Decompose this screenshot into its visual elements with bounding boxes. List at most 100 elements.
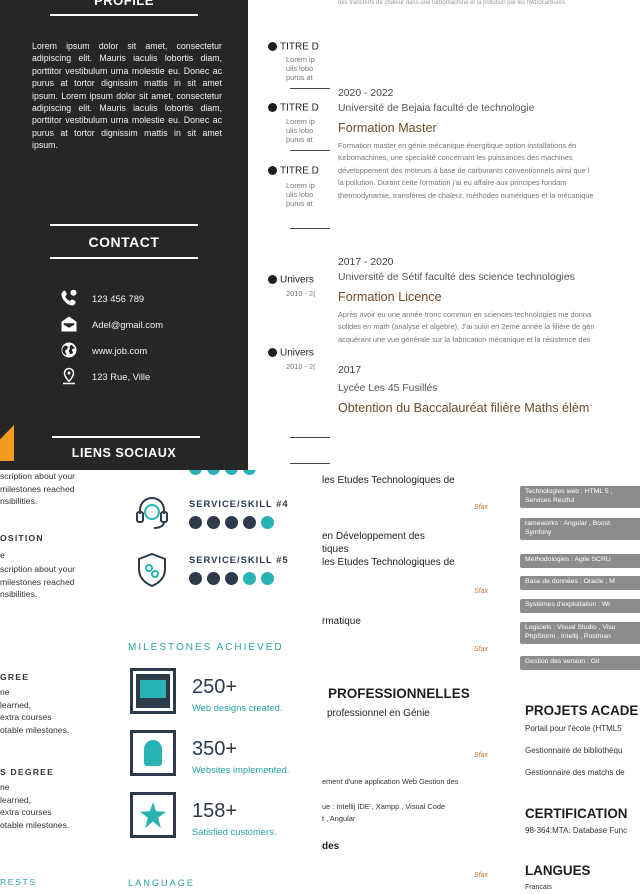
certification-heading: CERTIFICATION [525, 806, 628, 821]
accent-shape [0, 425, 14, 461]
language-heading: LANGUAGE [128, 878, 196, 888]
divider [50, 257, 198, 259]
profile-sidebar: PROFILE Lorem ipsum dolor sit amet, cons… [0, 0, 248, 470]
cv-right-column: les Etudes Technologiques de Sfax en Dév… [322, 470, 640, 895]
education-date: 2017 [338, 365, 362, 376]
formation-text: rmatique [322, 616, 361, 627]
education-school: Lycée Les 45 Fusillés [338, 383, 438, 394]
experience-text: ulis lobo [286, 190, 314, 199]
projects-heading: PROJETS ACADE [525, 703, 639, 718]
rating-dot [189, 470, 202, 475]
social-heading: LIENS SOCIAUX [71, 446, 177, 460]
degree-heading: S DEGREE [0, 767, 55, 777]
experience-item: TITRE D [268, 99, 330, 117]
milestone-caption: Web designs created. [192, 702, 283, 713]
certification-item: 98-364:MTA: Database Func [525, 826, 628, 835]
divider [290, 150, 330, 151]
skill-tag: Technologies web : HTML 5 , Services Res… [520, 486, 640, 508]
skill-tag: Systèmes d'exploitation : Wi [520, 599, 640, 613]
rating-dot [207, 572, 220, 585]
rating-dot [243, 516, 256, 529]
phone-icon [61, 289, 77, 306]
education-years: 2010 - 2( [286, 362, 316, 371]
description-text: scription about your milestones reached … [0, 564, 75, 600]
envelope-icon [61, 316, 77, 332]
browser-icon [130, 668, 176, 714]
formation-text: en Développement des tiques les Etudes T… [322, 531, 455, 568]
rating-dot [225, 572, 238, 585]
rating-dot [225, 516, 238, 529]
bullet-dot [268, 275, 277, 285]
degree-heading: GREE [0, 672, 30, 682]
milestone-number: 158+ [192, 800, 238, 822]
resume-experience-strip: TITRE D Lorem ip ulis lobo purus at TITR… [248, 0, 330, 470]
rating-dot [261, 572, 274, 585]
contact-website[interactable]: www.job.com [60, 341, 147, 359]
education-title: Univers [280, 347, 314, 359]
divider [52, 436, 200, 438]
rating-dot [243, 572, 256, 585]
description-text: scription about your milestones reached … [0, 471, 75, 507]
location-label: Sfax [474, 504, 489, 511]
interests-heading: RESTS [0, 877, 37, 887]
education-school: Université de Bejaia faculté de technolo… [338, 103, 535, 114]
skill-rating [189, 470, 256, 475]
position-subtitle: e [0, 550, 5, 560]
milestone-caption: Websites implemented. [192, 764, 290, 775]
rating-dot [189, 572, 202, 585]
experience-detail: ement d'une application Web Gestion des [322, 777, 459, 786]
experience-text: ulis lobo [286, 64, 314, 73]
contact-text: 123 456 789 [92, 292, 145, 304]
contact-heading: CONTACT [88, 234, 160, 250]
skill-label: SERVICE/SKILL #5 [189, 554, 289, 565]
experience-text: Lorem ip [286, 181, 315, 190]
contact-phone[interactable]: 123 456 789 [60, 289, 144, 307]
touch-icon [130, 730, 176, 776]
location-label: Sfax [474, 588, 489, 595]
bullet-dot [268, 103, 277, 113]
formation-text: les Etudes Technologiques de [322, 475, 455, 486]
project-item: Gestionnaire de bibliothèqu [525, 746, 623, 755]
skill-rating [189, 516, 274, 529]
milestone-caption: Satisfied customers. [192, 826, 277, 837]
location-label: Sfax [474, 752, 489, 759]
education-title: Univers [280, 274, 314, 286]
divider [290, 88, 330, 89]
experience-text: purus at [286, 73, 313, 82]
languages-heading: LANGUES [525, 863, 591, 878]
experience-text: ulis lobo [286, 126, 314, 135]
rating-dot [207, 470, 220, 475]
experience-title: TITRE D [280, 165, 319, 177]
education-section: des transferts de chaleur dans une turbo… [330, 0, 640, 470]
rating-dot [225, 470, 238, 475]
milestones-heading: MILESTONES ACHIEVED [128, 642, 284, 653]
professional-heading: PROFESSIONNELLES [328, 686, 470, 701]
experience-text: purus at [286, 135, 313, 144]
contact-text: www.job.com [92, 344, 148, 356]
experience-title: TITRE D [280, 41, 319, 53]
contact-email[interactable]: Adel@gmail.com [60, 315, 163, 333]
experience-text: Lorem ip [286, 117, 315, 126]
globe-icon [61, 342, 77, 358]
contact-address[interactable]: 123 Rue, Ville [60, 367, 150, 385]
divider [290, 437, 330, 438]
education-item: Univers [268, 344, 330, 362]
degree-text: ne learned, extra courses otable milesto… [0, 782, 70, 830]
resume-left-column: scription about your milestones reached … [0, 470, 122, 895]
milestone-number: 250+ [192, 676, 238, 698]
cut-off-text: des transferts de chaleur dans une turbo… [338, 0, 567, 6]
experience-text: purus at [286, 199, 313, 208]
tools-detail: ue : Intellij IDE , Xampp , Visual Code … [322, 802, 446, 823]
education-years: 2010 - 2( [286, 289, 316, 298]
skill-tag: Gestion des version : Git [520, 656, 640, 670]
education-description: Après avoir eu une année tronc commun en… [338, 310, 595, 344]
skill-tag: Méthodologies : Agile SCRU [520, 554, 640, 568]
project-item: Portail pour l'école (HTML5 [525, 724, 622, 733]
professional-subtitle: professionnel en Génie [327, 708, 430, 719]
skill-tag: Logiciels : Visual Studio , Visu PhpStor… [520, 622, 640, 644]
rating-dot [243, 470, 256, 475]
skill-tag: Base de données : Oracle , M [520, 576, 640, 590]
rating-dot [207, 516, 220, 529]
profile-text: Lorem ipsum dolor sit amet, consectetur … [32, 41, 222, 151]
experience-item: TITRE D [268, 38, 330, 56]
